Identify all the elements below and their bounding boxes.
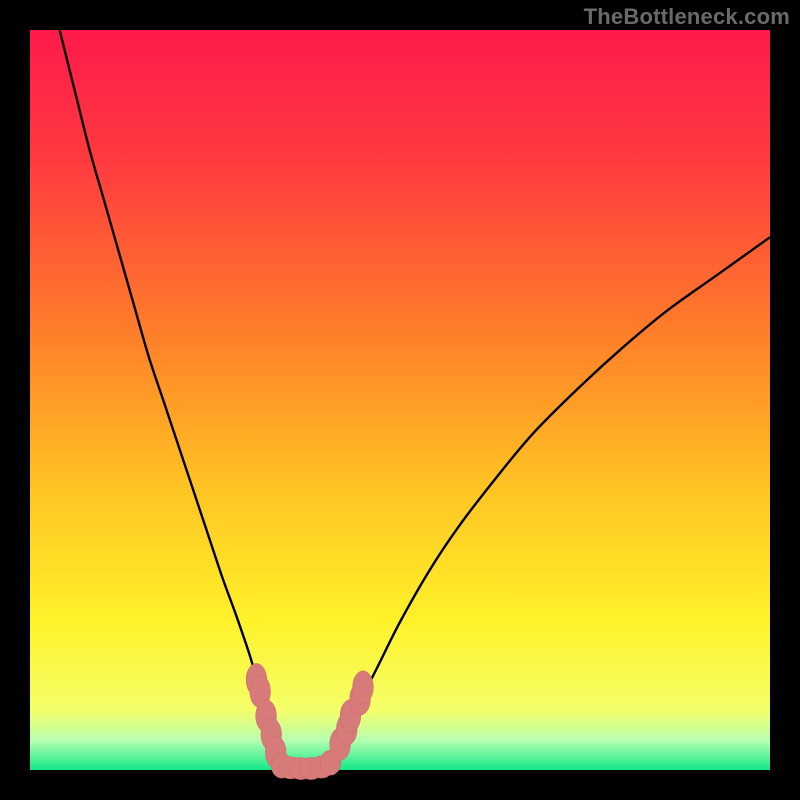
chart-frame: TheBottleneck.com (0, 0, 800, 800)
chart-plot-area (30, 30, 770, 770)
left-curve (60, 30, 281, 770)
marker-group (246, 663, 373, 779)
watermark-text: TheBottleneck.com (584, 4, 790, 30)
data-marker (353, 671, 374, 704)
right-curve (330, 237, 770, 770)
chart-svg (30, 30, 770, 770)
